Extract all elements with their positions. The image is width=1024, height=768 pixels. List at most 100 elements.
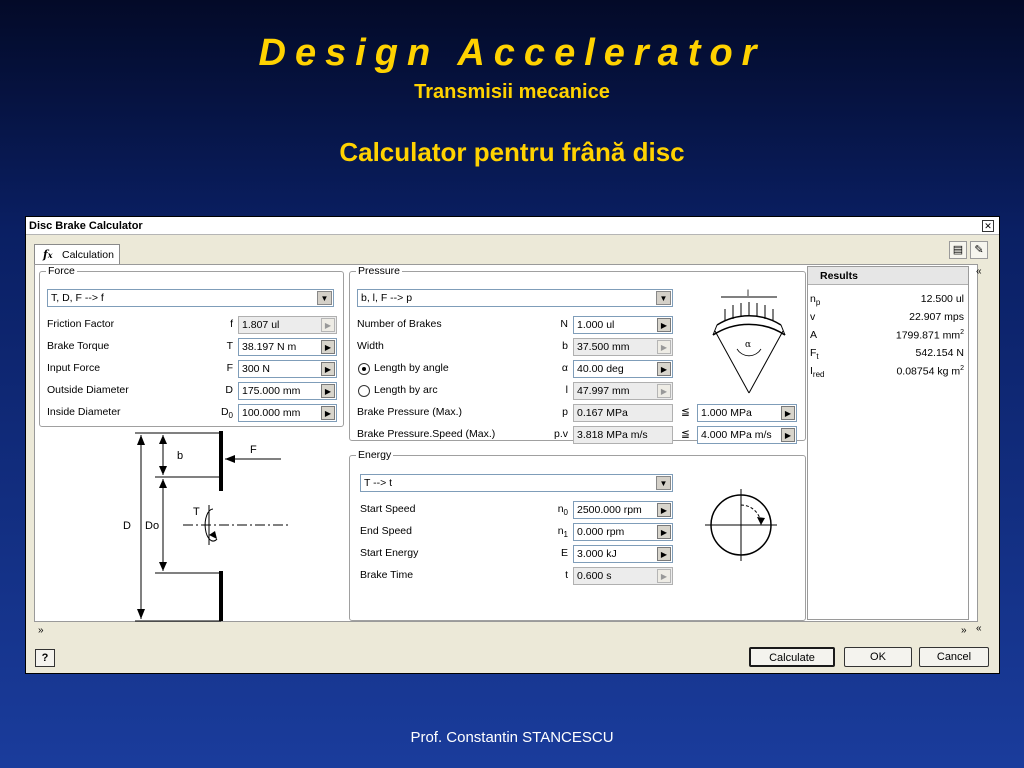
chevron-right-icon[interactable]: ▶ bbox=[321, 384, 335, 398]
friction-factor-symbol: f bbox=[230, 318, 233, 330]
collapse-results-icon[interactable]: « bbox=[976, 266, 982, 277]
start-speed-field[interactable]: 2500.000 rpm ▶ bbox=[573, 501, 673, 519]
inside-diameter-symbol: D0 bbox=[220, 406, 233, 421]
friction-factor-field[interactable]: 1.807 ul ▶ bbox=[238, 316, 337, 334]
chevron-right-icon[interactable]: ▶ bbox=[657, 547, 671, 561]
brake-time-field[interactable]: 0.600 s ▶ bbox=[573, 567, 673, 585]
chevron-right-icon: ▶ bbox=[657, 569, 671, 583]
brake-pressure-speed-limit-value: 4.000 MPa m/s bbox=[701, 429, 772, 441]
result-row: A 1799.871 mm2 bbox=[810, 327, 966, 345]
expand-down-icon[interactable]: » bbox=[961, 625, 967, 636]
result-symbol-ft: Ft bbox=[810, 347, 819, 362]
length-by-arc-field[interactable]: 47.997 mm ▶ bbox=[573, 382, 673, 400]
start-energy-value: 3.000 kJ bbox=[577, 548, 617, 560]
chevron-right-icon[interactable]: ▶ bbox=[657, 362, 671, 376]
chevron-right-icon[interactable]: ▶ bbox=[321, 340, 335, 354]
cancel-button[interactable]: Cancel bbox=[919, 647, 989, 667]
outside-diameter-value: 175.000 mm bbox=[242, 385, 301, 397]
result-symbol-ired: Ired bbox=[810, 365, 825, 380]
start-energy-label: Start Energy bbox=[360, 547, 419, 559]
friction-factor-value: 1.807 ul bbox=[242, 319, 280, 331]
length-by-arc-value: 47.997 mm bbox=[577, 385, 630, 397]
chevron-down-icon: ▼ bbox=[317, 291, 332, 305]
chevron-right-icon[interactable]: ▶ bbox=[321, 406, 335, 420]
report-icon[interactable]: ▤ bbox=[949, 241, 967, 259]
outside-diameter-field[interactable]: 175.000 mm ▶ bbox=[238, 382, 337, 400]
width-symbol: b bbox=[562, 340, 568, 352]
start-speed-value: 2500.000 rpm bbox=[577, 504, 642, 516]
save-icon[interactable]: ✎ bbox=[970, 241, 988, 259]
brake-pressure-limit-value: 1.000 MPa bbox=[701, 407, 752, 419]
ok-button[interactable]: OK bbox=[844, 647, 912, 667]
brake-pressure-limit-field[interactable]: 1.000 MPa ▶ bbox=[697, 404, 797, 422]
end-speed-field[interactable]: 0.000 rpm ▶ bbox=[573, 523, 673, 541]
arc-length-symbol: l bbox=[565, 384, 568, 396]
close-button[interactable]: ✕ bbox=[982, 220, 994, 232]
length-by-arc-label: Length by arc bbox=[374, 384, 438, 396]
diagram-label-b: b bbox=[177, 450, 183, 462]
chevron-right-icon[interactable]: ▶ bbox=[657, 318, 671, 332]
result-row: v 22.907 mps bbox=[810, 309, 966, 327]
brake-torque-value: 38.197 N m bbox=[242, 341, 297, 353]
results-title: Results bbox=[820, 270, 858, 282]
calculate-button[interactable]: Calculate bbox=[749, 647, 835, 667]
number-of-brakes-field[interactable]: 1.000 ul ▶ bbox=[573, 316, 673, 334]
inside-diameter-label: Inside Diameter bbox=[47, 406, 121, 418]
rotating-disc-diagram bbox=[705, 489, 777, 561]
brake-torque-field[interactable]: 38.197 N m ▶ bbox=[238, 338, 337, 356]
collapse-results-icon[interactable]: « bbox=[976, 623, 982, 634]
length-by-arc-radio[interactable] bbox=[358, 385, 370, 397]
energy-mode-value: T --> t bbox=[364, 477, 393, 489]
force-mode-value: T, D, F --> f bbox=[51, 292, 104, 304]
tab-calculation[interactable]: fx Calculation bbox=[34, 244, 120, 264]
length-by-angle-field[interactable]: 40.00 deg ▶ bbox=[573, 360, 673, 378]
chevron-right-icon: ▶ bbox=[657, 384, 671, 398]
width-field[interactable]: 37.500 mm ▶ bbox=[573, 338, 673, 356]
brake-time-label: Brake Time bbox=[360, 569, 414, 581]
start-energy-field[interactable]: 3.000 kJ ▶ bbox=[573, 545, 673, 563]
length-by-angle-label: Length by angle bbox=[374, 362, 449, 374]
dialog-title: Disc Brake Calculator bbox=[29, 220, 143, 232]
chevron-right-icon[interactable]: ▶ bbox=[321, 362, 335, 376]
inside-diameter-field[interactable]: 100.000 mm ▶ bbox=[238, 404, 337, 422]
chevron-right-icon[interactable]: ▶ bbox=[657, 525, 671, 539]
length-by-angle-radio[interactable] bbox=[358, 363, 370, 375]
length-by-angle-value: 40.00 deg bbox=[577, 363, 624, 375]
chevron-right-icon: ▶ bbox=[321, 318, 335, 332]
result-row: Ired 0.08754 kg m2 bbox=[810, 363, 966, 381]
brake-time-value: 0.600 s bbox=[577, 570, 612, 582]
width-label: Width bbox=[357, 340, 384, 352]
expand-down-icon[interactable]: » bbox=[38, 625, 44, 636]
diagram-label-d0: Do bbox=[145, 520, 159, 532]
diagram-label-f: F bbox=[250, 444, 257, 456]
slide-subtitle: Transmisii mecanice bbox=[414, 81, 610, 103]
disc-brake-dialog: Disc Brake Calculator ✕ fx Calculation ▤… bbox=[25, 216, 1000, 674]
number-of-brakes-label: Number of Brakes bbox=[357, 318, 442, 330]
inside-diameter-value: 100.000 mm bbox=[242, 407, 301, 419]
outside-diameter-label: Outside Diameter bbox=[47, 384, 129, 396]
help-button[interactable]: ? bbox=[35, 649, 55, 667]
chevron-right-icon[interactable]: ▶ bbox=[657, 503, 671, 517]
chevron-right-icon[interactable]: ▶ bbox=[781, 406, 795, 420]
result-row: np 12.500 ul bbox=[810, 291, 966, 309]
result-symbol-a: A bbox=[810, 329, 818, 341]
results-panel: Results np 12.500 ul v 22.907 mps A 1799… bbox=[807, 266, 969, 620]
number-of-brakes-value: 1.000 ul bbox=[577, 319, 615, 331]
number-of-brakes-symbol: N bbox=[560, 318, 568, 330]
pressure-mode-select[interactable]: b, l, F --> p ▼ bbox=[357, 289, 673, 307]
energy-mode-select[interactable]: T --> t ▼ bbox=[360, 474, 673, 492]
chevron-right-icon[interactable]: ▶ bbox=[781, 428, 795, 442]
brake-pressure-symbol: p bbox=[562, 406, 568, 418]
chevron-right-icon: ▶ bbox=[657, 340, 671, 354]
brake-disc-diagram: b F T D Do bbox=[123, 431, 291, 622]
result-value-np: 12.500 ul bbox=[920, 293, 964, 305]
brake-pressure-speed-symbol: p.v bbox=[553, 428, 568, 440]
force-mode-select[interactable]: T, D, F --> f ▼ bbox=[47, 289, 334, 307]
less-equal-symbol: ≦ bbox=[681, 428, 690, 440]
start-speed-symbol: n0 bbox=[557, 503, 568, 518]
input-force-field[interactable]: 300 N ▶ bbox=[238, 360, 337, 378]
end-speed-label: End Speed bbox=[360, 525, 412, 537]
brake-pressure-speed-limit-field[interactable]: 4.000 MPa m/s ▶ bbox=[697, 426, 797, 444]
results-header: Results bbox=[808, 267, 968, 285]
alpha-symbol: α bbox=[561, 362, 568, 374]
